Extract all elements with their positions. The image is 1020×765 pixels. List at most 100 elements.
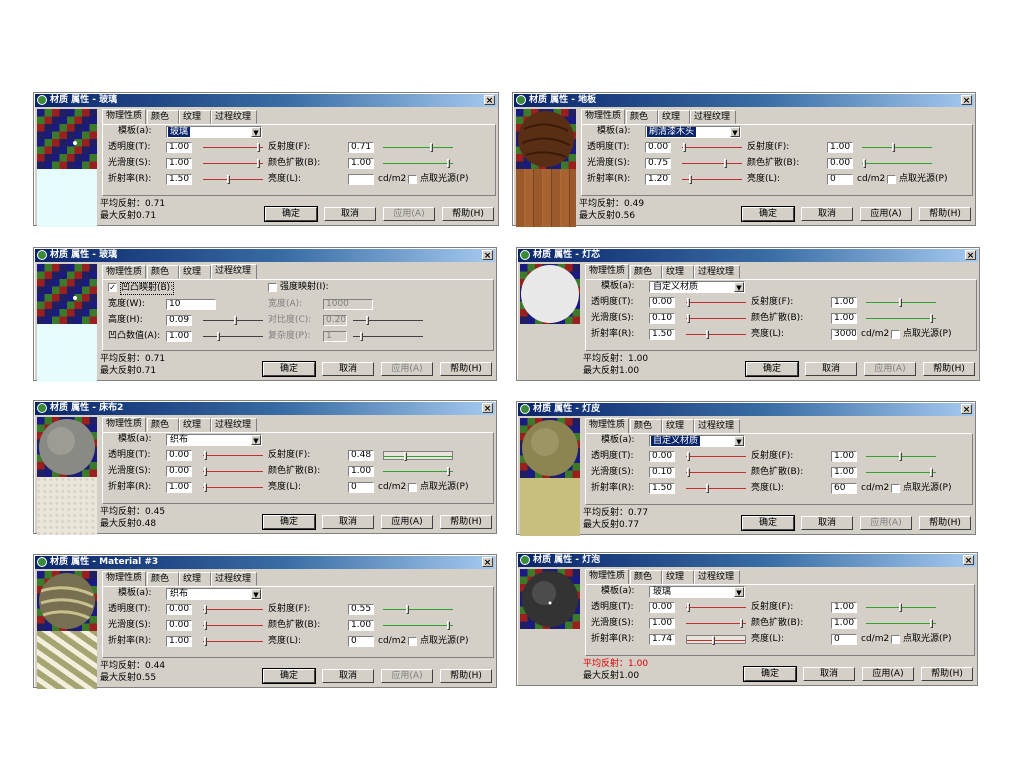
tab-texture[interactable]: 纹理 [662, 419, 694, 433]
pick-light-checkbox[interactable] [891, 484, 900, 493]
property-value-field[interactable]: 1.74 [649, 634, 675, 645]
property-slider[interactable] [353, 316, 423, 325]
property-slider[interactable] [682, 143, 742, 152]
property-value-field[interactable]: 1.50 [166, 174, 192, 185]
property-slider[interactable] [353, 332, 423, 341]
property-value-field[interactable]: 1.00 [831, 467, 857, 478]
chevron-down-icon[interactable]: ▼ [730, 127, 740, 137]
title-bar[interactable]: 材质 属性 - 地板 × [514, 94, 974, 107]
slider-thumb[interactable] [706, 484, 709, 493]
tab-procedural[interactable]: 过程纹理 [211, 418, 257, 432]
ok-button[interactable]: 确定 [262, 514, 316, 530]
title-bar[interactable]: 材质 属性 - 灯芯 × [518, 249, 978, 262]
property-slider[interactable] [686, 330, 746, 339]
tab-procedural[interactable]: 过程纹理 [694, 570, 740, 584]
template-select[interactable]: 刷清漆木头 ▼ [645, 126, 741, 138]
property-value-field[interactable]: 1.00 [166, 142, 192, 153]
slider-thumb[interactable] [683, 143, 686, 152]
tab-physical[interactable]: 物理性质 [102, 109, 146, 125]
help-button[interactable]: 帮助(H) [440, 669, 492, 683]
slider-thumb[interactable] [406, 605, 409, 614]
property-value-field[interactable]: 1.00 [166, 636, 192, 647]
slider-thumb[interactable] [404, 452, 407, 461]
title-bar[interactable]: 材质 属性 - 床布2 × [35, 402, 495, 415]
property-value-field[interactable]: 0.00 [827, 158, 853, 169]
template-select[interactable]: 织布 ▼ [166, 434, 262, 446]
ok-button[interactable]: 确定 [264, 206, 318, 222]
cancel-button[interactable]: 取消 [805, 362, 857, 376]
tab-physical[interactable]: 物理性质 [585, 569, 629, 585]
slider-thumb[interactable] [687, 468, 690, 477]
tab-color[interactable]: 颜色 [147, 110, 179, 124]
property-slider[interactable] [866, 452, 936, 461]
property-value-field[interactable]: 0.00 [649, 297, 675, 308]
title-bar[interactable]: 材质 属性 - 灯泡 × [518, 554, 976, 567]
property-value-field[interactable]: 1.00 [831, 451, 857, 462]
property-value-field[interactable]: 0.10 [649, 313, 675, 324]
tab-color[interactable]: 颜色 [147, 265, 179, 279]
pick-light-checkbox[interactable] [408, 637, 417, 646]
help-button[interactable]: 帮助(H) [919, 207, 971, 221]
property-value-field[interactable]: 0.00 [166, 466, 192, 477]
tab-procedural[interactable]: 过程纹理 [694, 265, 740, 279]
tab-texture[interactable]: 纹理 [662, 570, 694, 584]
property-value-field[interactable]: 0.10 [649, 467, 675, 478]
chevron-down-icon[interactable]: ▼ [734, 282, 744, 292]
slider-thumb[interactable] [892, 143, 895, 152]
property-value-field[interactable]: 1.20 [645, 174, 671, 185]
help-button[interactable]: 帮助(H) [440, 515, 492, 529]
property-slider[interactable] [866, 603, 936, 612]
slider-thumb[interactable] [687, 603, 690, 612]
slider-thumb[interactable] [930, 468, 933, 477]
property-value-field[interactable]: 0.00 [649, 602, 675, 613]
property-slider[interactable] [203, 159, 263, 168]
slider-thumb[interactable] [257, 143, 260, 152]
slider-thumb[interactable] [724, 159, 727, 168]
property-value-field[interactable]: 0 [831, 634, 857, 645]
property-value-field[interactable]: 1.00 [831, 602, 857, 613]
slider-thumb[interactable] [899, 298, 902, 307]
slider-thumb[interactable] [227, 175, 230, 184]
tab-color[interactable]: 颜色 [630, 265, 662, 279]
slider-thumb[interactable] [204, 483, 207, 492]
tab-texture[interactable]: 纹理 [179, 110, 211, 124]
cancel-button[interactable]: 取消 [324, 207, 376, 221]
chevron-down-icon[interactable]: ▼ [251, 589, 261, 599]
property-slider[interactable] [866, 619, 936, 628]
cancel-button[interactable]: 取消 [801, 207, 853, 221]
apply-button[interactable]: 应用(A) [381, 669, 433, 683]
apply-button[interactable]: 应用(A) [381, 362, 433, 376]
tab-physical[interactable]: 物理性质 [102, 265, 146, 279]
property-slider[interactable] [682, 175, 742, 184]
property-slider[interactable] [686, 298, 746, 307]
tab-texture[interactable]: 纹理 [662, 265, 694, 279]
property-value-field[interactable]: 0 [348, 636, 374, 647]
close-icon[interactable]: × [482, 557, 493, 568]
tab-color[interactable]: 颜色 [147, 418, 179, 432]
property-slider[interactable] [862, 143, 932, 152]
cancel-button[interactable]: 取消 [803, 667, 855, 681]
slider-thumb[interactable] [204, 637, 207, 646]
property-value-field[interactable]: 1.00 [831, 297, 857, 308]
template-select[interactable]: 织布 ▼ [166, 588, 262, 600]
property-slider[interactable] [862, 159, 932, 168]
ok-button[interactable]: 确定 [741, 515, 795, 531]
title-bar[interactable]: 材质 属性 - Material #3 × [35, 556, 495, 569]
property-slider[interactable] [203, 467, 263, 476]
tab-procedural[interactable]: 过程纹理 [694, 419, 740, 433]
help-button[interactable]: 帮助(H) [921, 667, 973, 681]
property-slider[interactable] [383, 621, 453, 630]
pick-light-checkbox[interactable] [891, 330, 900, 339]
property-value-field[interactable]: 1.00 [831, 313, 857, 324]
property-value-field[interactable]: 1.00 [166, 331, 192, 342]
property-slider[interactable] [203, 621, 263, 630]
tab-texture[interactable]: 纹理 [179, 572, 211, 586]
tab-color[interactable]: 颜色 [147, 572, 179, 586]
property-slider[interactable] [383, 159, 453, 168]
property-slider[interactable] [203, 637, 263, 646]
apply-button[interactable]: 应用(A) [383, 207, 435, 221]
property-value-field[interactable]: 0.75 [645, 158, 671, 169]
property-slider[interactable] [866, 298, 936, 307]
slider-thumb[interactable] [447, 621, 450, 630]
property-slider[interactable] [203, 605, 263, 614]
